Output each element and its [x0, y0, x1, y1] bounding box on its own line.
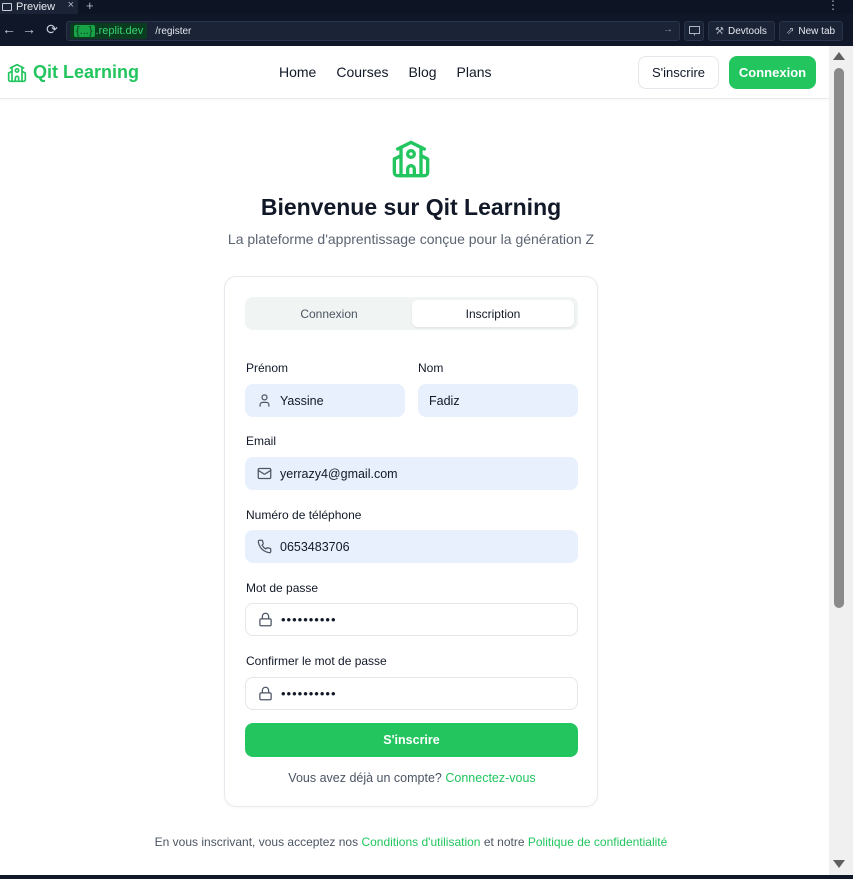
tab-title: Preview — [16, 1, 56, 13]
page-viewport: Qit Learning Home Courses Blog Plans S'i… — [0, 46, 853, 875]
login-hint-text: Vous avez déjà un compte? — [288, 771, 442, 785]
logo-text: Qit Learning — [33, 62, 140, 82]
confirm-password-label: Confirmer le mot de passe — [246, 654, 387, 668]
first-name-value: Yassine — [280, 393, 324, 408]
site-header: Qit Learning Home Courses Blog Plans S'i… — [0, 46, 829, 99]
register-card: Connexion Inscription Prénom Nom Yassine… — [224, 276, 598, 807]
close-icon[interactable]: × — [68, 0, 74, 11]
confirm-password-value: •••••••••• — [281, 686, 337, 701]
page-title: Bienvenue sur Qit Learning — [260, 194, 562, 220]
devtools-button[interactable]: ⚒ Devtools — [708, 21, 775, 41]
back-arrow-icon[interactable]: ← — [0, 20, 18, 38]
reload-icon[interactable]: ⟳ — [43, 20, 61, 38]
school-icon — [392, 140, 430, 178]
screen-button[interactable] — [684, 21, 704, 41]
new-tab-button[interactable]: ⇗ New tab — [779, 21, 843, 41]
vertical-scrollbar[interactable] — [829, 46, 853, 875]
screen-icon — [688, 26, 700, 36]
url-bar[interactable]: {...} .replit.dev /register → — [66, 21, 680, 41]
main-nav: Home Courses Blog Plans — [279, 64, 512, 80]
school-icon — [7, 63, 27, 82]
confirm-password-input[interactable]: •••••••••• — [245, 677, 578, 710]
last-name-value: Fadiz — [429, 393, 460, 408]
tab-inscription[interactable]: Inscription — [412, 300, 574, 327]
new-tab-label: New tab — [798, 25, 836, 37]
submit-signup-button[interactable]: S'inscrire — [245, 723, 578, 757]
kebab-menu-icon[interactable]: ⋮ — [827, 0, 839, 12]
browser-tab-preview[interactable]: Preview × — [0, 0, 78, 14]
lock-icon — [257, 686, 273, 702]
last-name-label: Nom — [418, 361, 444, 375]
password-input[interactable]: •••••••••• — [245, 603, 578, 636]
password-value: •••••••••• — [281, 612, 337, 627]
nav-blog[interactable]: Blog — [409, 64, 437, 80]
first-name-input[interactable]: Yassine — [245, 384, 405, 417]
legal-prefix: En vous inscrivant, vous acceptez nos — [154, 835, 359, 849]
header-login-button[interactable]: Connexion — [729, 56, 816, 89]
user-icon — [256, 393, 272, 409]
scroll-thumb[interactable] — [834, 68, 844, 608]
monitor-icon — [2, 3, 12, 11]
browser-tab-bar: Preview × + ⋮ — [0, 0, 853, 14]
last-name-input[interactable]: Fadiz — [418, 384, 578, 417]
url-path: /register — [155, 25, 192, 37]
devtools-label: Devtools — [727, 25, 767, 37]
forward-arrow-icon[interactable]: → — [20, 20, 38, 38]
phone-icon — [256, 539, 272, 555]
login-link[interactable]: Connectez-vous — [445, 771, 535, 785]
first-name-label: Prénom — [246, 361, 289, 375]
nav-home[interactable]: Home — [279, 64, 316, 80]
browser-toolbar: ← → ⟳ {...} .replit.dev /register → ⚒ Dev… — [0, 14, 853, 46]
phone-value: 0653483706 — [280, 539, 350, 554]
mail-icon — [256, 466, 272, 482]
phone-label: Numéro de téléphone — [246, 508, 362, 522]
privacy-link[interactable]: Politique de confidentialité — [528, 835, 667, 849]
external-link-icon: ⇗ — [786, 25, 795, 37]
window-bottom-edge — [0, 875, 853, 879]
scroll-down-arrow-icon[interactable] — [833, 860, 845, 868]
login-hint: Vous avez déjà un compte? Connectez-vous — [225, 771, 599, 785]
legal-middle: et notre — [483, 835, 525, 849]
nav-courses[interactable]: Courses — [336, 64, 388, 80]
tab-connexion[interactable]: Connexion — [248, 300, 410, 327]
email-value: yerrazy4@gmail.com — [280, 466, 398, 481]
lock-icon — [257, 612, 273, 628]
url-host: {...} .replit.dev — [70, 23, 148, 39]
go-arrow-icon[interactable]: → — [663, 24, 673, 35]
email-input[interactable]: yerrazy4@gmail.com — [245, 457, 578, 490]
nav-plans[interactable]: Plans — [457, 64, 492, 80]
password-label: Mot de passe — [246, 581, 319, 595]
wrench-icon: ⚒ — [715, 25, 724, 37]
logo[interactable]: Qit Learning — [7, 62, 139, 83]
email-label: Email — [246, 434, 277, 448]
new-tab-plus-icon[interactable]: + — [86, 0, 94, 13]
terms-link[interactable]: Conditions d'utilisation — [361, 835, 480, 849]
phone-input[interactable]: 0653483706 — [245, 530, 578, 563]
scroll-up-arrow-icon[interactable] — [833, 52, 845, 60]
legal-notice: En vous inscrivant, vous acceptez nos Co… — [0, 835, 822, 849]
header-signup-button[interactable]: S'inscrire — [638, 56, 719, 89]
page-subtitle: La plateforme d'apprentissage conçue pou… — [227, 231, 595, 247]
auth-tabs: Connexion Inscription — [245, 297, 578, 330]
